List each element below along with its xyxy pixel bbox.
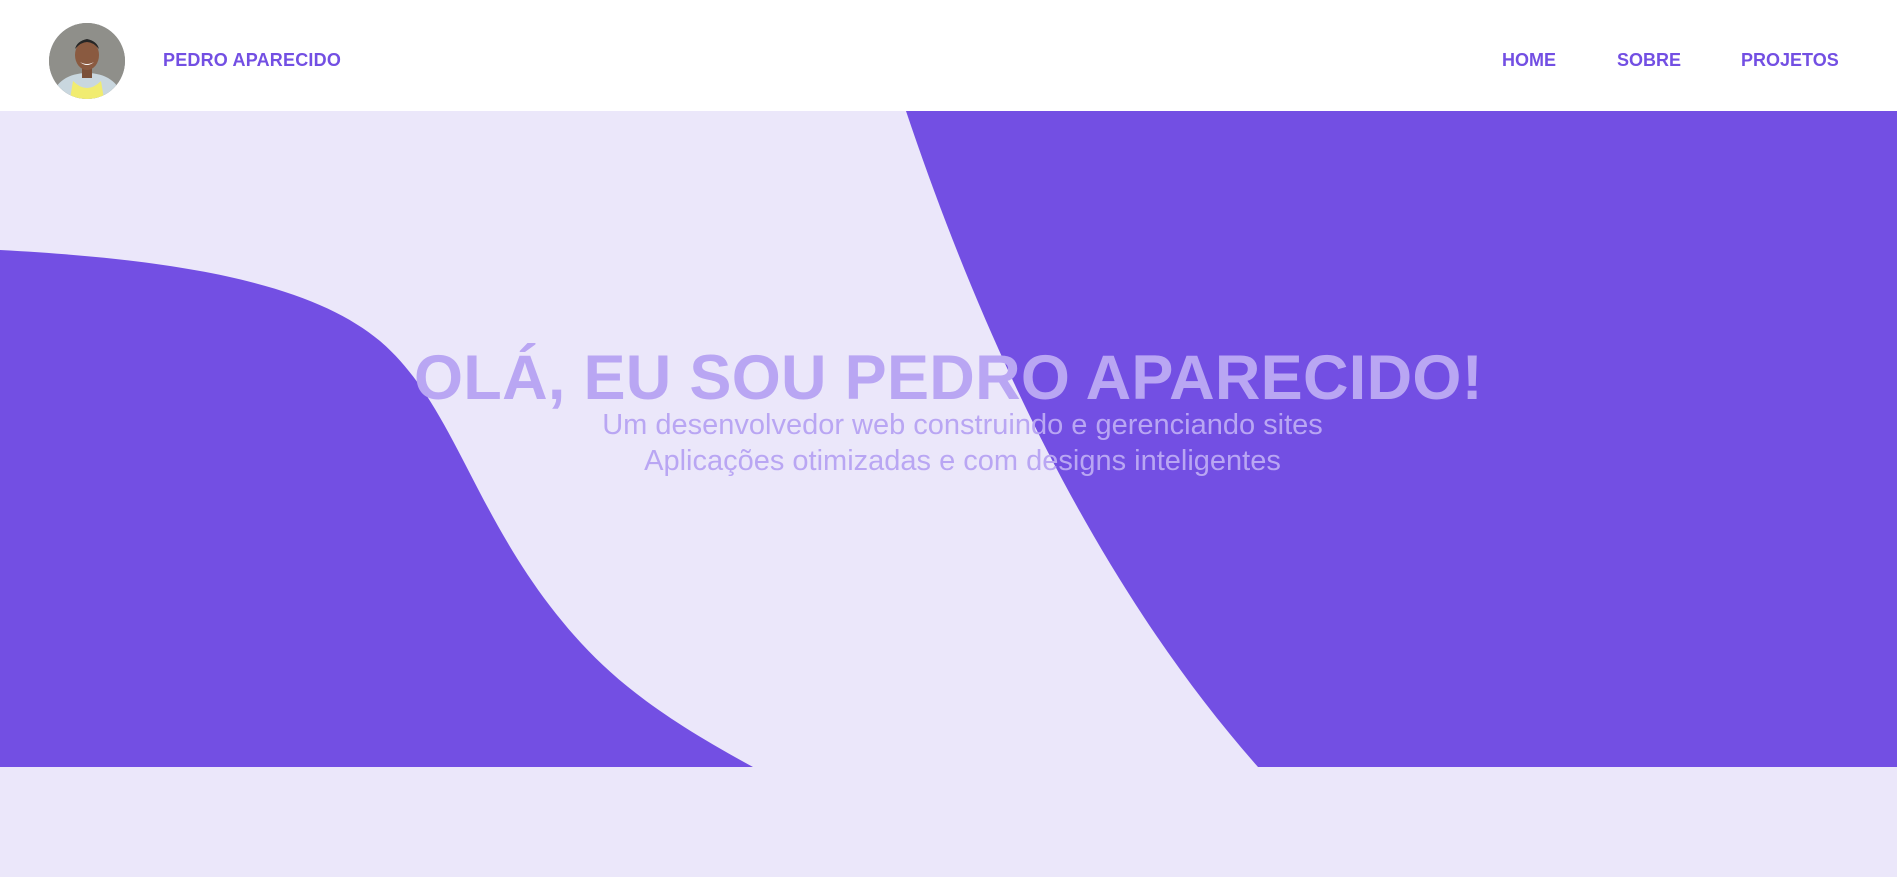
profile-photo-icon — [49, 23, 125, 99]
nav-home[interactable]: HOME — [1502, 50, 1556, 71]
hero-section: OLÁ, EU SOU PEDRO APARECIDO! Um desenvol… — [0, 111, 1897, 767]
page-bottom-area — [0, 767, 1897, 877]
brand-name[interactable]: PEDRO APARECIDO — [163, 50, 341, 71]
left-wave-shape — [0, 250, 753, 767]
site-header: PEDRO APARECIDO HOME SOBRE PROJETOS — [0, 0, 1897, 111]
hero-title: OLÁ, EU SOU PEDRO APARECIDO! — [414, 343, 1483, 414]
hero-subtitle-line-2: Aplicações otimizadas e com designs inte… — [644, 445, 1281, 477]
avatar[interactable] — [49, 23, 125, 99]
hero-subtitle-line-1: Um desenvolvedor web construindo e geren… — [602, 409, 1323, 441]
nav-projetos[interactable]: PROJETOS — [1741, 50, 1839, 71]
nav-sobre[interactable]: SOBRE — [1617, 50, 1681, 71]
